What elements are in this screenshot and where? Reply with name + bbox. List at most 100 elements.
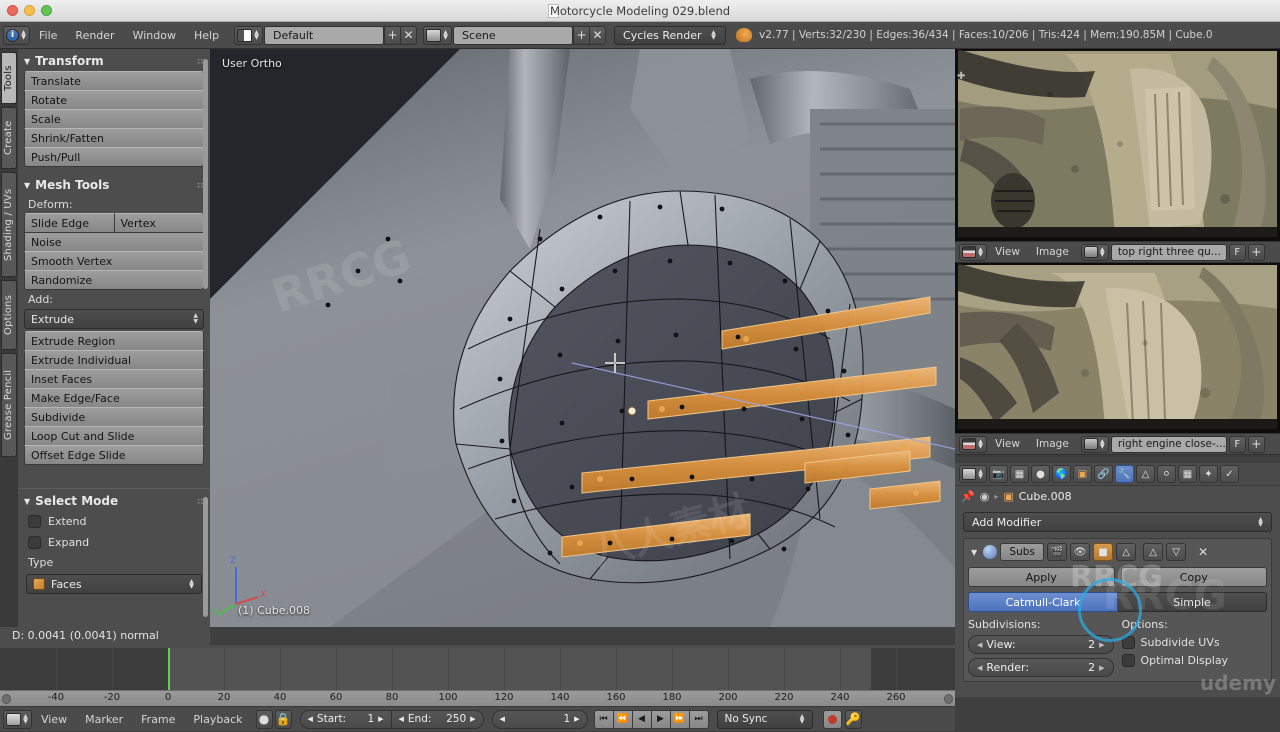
browse-image-2-button[interactable]: ▲ ▼ <box>1080 435 1109 453</box>
image-editor-2-menu-image[interactable]: Image <box>1028 433 1077 455</box>
randomize-button[interactable]: Randomize <box>24 270 204 290</box>
prev-keyframe-icon[interactable]: ⏪ <box>612 709 633 729</box>
image-2-new-button[interactable]: + <box>1247 435 1265 453</box>
timeline-scroll-left-knob[interactable] <box>2 694 11 704</box>
sync-mode-dropdown[interactable]: No Sync ▲ ▼ <box>716 709 813 729</box>
increment-arrow-icon[interactable]: ▶ <box>1099 664 1104 672</box>
reference-image-2[interactable] <box>955 263 1280 433</box>
decrement-arrow-icon[interactable]: ◀ <box>399 715 404 723</box>
properties-tab-material[interactable]: ⚪ <box>1157 465 1176 483</box>
extrude-region-button[interactable]: Extrude Region <box>24 331 204 351</box>
chevron-down-icon[interactable]: ▼ <box>968 548 980 557</box>
move-modifier-up-button[interactable]: △ <box>1143 543 1164 561</box>
loop-cut-and-slide-button[interactable]: Loop Cut and Slide <box>24 426 204 446</box>
image-editor-1-menu-image[interactable]: Image <box>1028 241 1077 263</box>
current-frame-field[interactable]: ◀ 1 ▶ <box>491 709 588 729</box>
expand-checkbox[interactable] <box>28 536 41 549</box>
noise-button[interactable]: Noise <box>24 232 204 252</box>
timeline-editor-type-selector[interactable]: ▲ ▼ <box>3 709 32 729</box>
menu-help[interactable]: Help <box>185 22 228 49</box>
render-toggle-icon[interactable]: 🎬 <box>1047 543 1068 561</box>
subdivide-button[interactable]: Subdivide <box>24 407 204 427</box>
scene-selector[interactable]: ▲ ▼ <box>423 25 453 45</box>
image-2-fake-user-button[interactable]: F <box>1228 435 1246 453</box>
simple-toggle[interactable]: Simple <box>1118 592 1267 612</box>
toolshelf-scrollbar[interactable] <box>203 59 208 289</box>
menu-file[interactable]: File <box>30 22 66 49</box>
toolshelf-tab-grease-pencil[interactable]: Grease Pencil <box>1 353 17 457</box>
sync-mode-spinner[interactable]: ▲ ▼ <box>799 714 806 725</box>
timeline-menu-frame[interactable]: Frame <box>132 707 184 732</box>
properties-tab-render[interactable]: 📷 <box>989 465 1008 483</box>
scale-button[interactable]: Scale <box>24 109 204 129</box>
increment-arrow-icon[interactable]: ▶ <box>1099 641 1104 649</box>
optimal-display-checkbox[interactable] <box>1121 654 1135 667</box>
make-edge-face-button[interactable]: Make Edge/Face <box>24 388 204 408</box>
modifier-name-field[interactable]: Subs <box>1000 543 1045 561</box>
decrement-arrow-icon[interactable]: ◀ <box>977 664 982 672</box>
properties-tab-render-layers[interactable]: ▦ <box>1010 465 1029 483</box>
3d-viewport[interactable]: Z Y X User Ortho (1) Cube.008 RRCG 八人素材 <box>210 49 955 627</box>
mesh-tools-panel-header[interactable]: ▼ Mesh Tools ∷ <box>18 173 210 195</box>
extrude-individual-button[interactable]: Extrude Individual <box>24 350 204 370</box>
menu-render[interactable]: Render <box>66 22 123 49</box>
view-subdivisions-field[interactable]: ◀ View: 2 ▶ <box>968 635 1114 654</box>
timeline-ruler[interactable]: -40 -20 0 20 40 60 80 100 120 140 160 18… <box>0 690 955 706</box>
timeline-menu-playback[interactable]: Playback <box>184 707 251 732</box>
properties-tab-physics[interactable]: ✓ <box>1220 465 1239 483</box>
properties-tab-particles[interactable]: ✦ <box>1199 465 1218 483</box>
toolshelf-scroll-area[interactable]: ▼ Transform ∷ Translate Rotate Scale Shr… <box>18 49 210 495</box>
toolshelf-tab-options[interactable]: Options <box>1 280 17 350</box>
add-modifier-dropdown[interactable]: Add Modifier ▲ ▼ <box>963 512 1272 532</box>
image-editor-type-spinner[interactable]: ▲ ▼ <box>977 439 984 450</box>
decrement-arrow-icon[interactable]: ◀ <box>308 715 313 723</box>
timeline-scroll-right-knob[interactable] <box>944 694 953 704</box>
end-frame-field[interactable]: ◀ End: 250 ▶ <box>391 709 484 729</box>
select-type-spinner[interactable]: ▲ ▼ <box>188 579 195 590</box>
apply-modifier-button[interactable]: Apply <box>968 567 1115 587</box>
extrude-dropdown[interactable]: Extrude ▲ ▼ <box>24 309 204 329</box>
record-icon[interactable] <box>822 709 842 729</box>
jump-end-icon[interactable]: ⏭ <box>688 709 709 729</box>
scene-value[interactable]: Scene <box>453 25 574 45</box>
toolshelf-tab-tools[interactable]: Tools <box>1 52 17 104</box>
properties-tab-texture[interactable]: ▦ <box>1178 465 1197 483</box>
select-mode-panel-header[interactable]: ▼ Select Mode ∷ <box>18 489 210 511</box>
increment-arrow-icon[interactable]: ▶ <box>574 715 579 723</box>
smooth-vertex-button[interactable]: Smooth Vertex <box>24 251 204 271</box>
add-scene-button[interactable]: + <box>573 25 591 45</box>
keying-set-icon[interactable]: 🔑 <box>844 709 862 729</box>
image-1-new-button[interactable]: + <box>1247 243 1265 261</box>
delete-scene-button[interactable]: ✕ <box>589 25 607 45</box>
add-screen-layout-button[interactable]: + <box>384 25 402 45</box>
timeline-editor-type-spinner[interactable]: ▲ ▼ <box>22 714 29 725</box>
edit-mode-toggle-icon[interactable]: ■ <box>1093 543 1114 561</box>
translate-button[interactable]: Translate <box>24 71 204 91</box>
extrude-dropdown-spinner[interactable]: ▲ ▼ <box>193 313 198 325</box>
image-editor-2-menu-view[interactable]: View <box>987 433 1028 455</box>
menu-window[interactable]: Window <box>124 22 185 49</box>
toolshelf-tab-create[interactable]: Create <box>1 107 17 169</box>
rotate-button[interactable]: Rotate <box>24 90 204 110</box>
editor-type-selector[interactable]: i ▲ ▼ <box>3 25 30 45</box>
vertex-button[interactable]: Vertex <box>113 213 204 233</box>
properties-tab-object[interactable]: ▣ <box>1073 465 1092 483</box>
on-cage-toggle-icon[interactable]: △ <box>1116 543 1137 561</box>
increment-arrow-icon[interactable]: ▶ <box>378 715 383 723</box>
timeline-track[interactable] <box>0 648 955 690</box>
shrink-fatten-button[interactable]: Shrink/Fatten <box>24 128 204 148</box>
start-frame-field[interactable]: ◀ Start: 1 ▶ <box>299 709 392 729</box>
image-editor-type-selector[interactable]: ▲ ▼ <box>959 435 987 453</box>
screen-layout-selector[interactable]: ▲ ▼ <box>234 25 264 45</box>
offset-edge-slide-button[interactable]: Offset Edge Slide <box>24 445 204 465</box>
select-mode-scrollbar[interactable] <box>203 497 208 617</box>
properties-tab-data[interactable]: △ <box>1136 465 1155 483</box>
inset-faces-button[interactable]: Inset Faces <box>24 369 204 389</box>
play-reverse-icon[interactable]: ◀ <box>631 709 652 729</box>
properties-editor-type-spinner[interactable]: ▲ ▼ <box>977 469 984 480</box>
timeline-playhead[interactable] <box>168 648 170 690</box>
move-modifier-down-button[interactable]: ▽ <box>1166 543 1187 561</box>
increment-arrow-icon[interactable]: ▶ <box>470 715 475 723</box>
image-2-name[interactable]: right engine close-... <box>1110 435 1227 453</box>
image-editor-type-selector[interactable]: ▲ ▼ <box>959 243 987 261</box>
